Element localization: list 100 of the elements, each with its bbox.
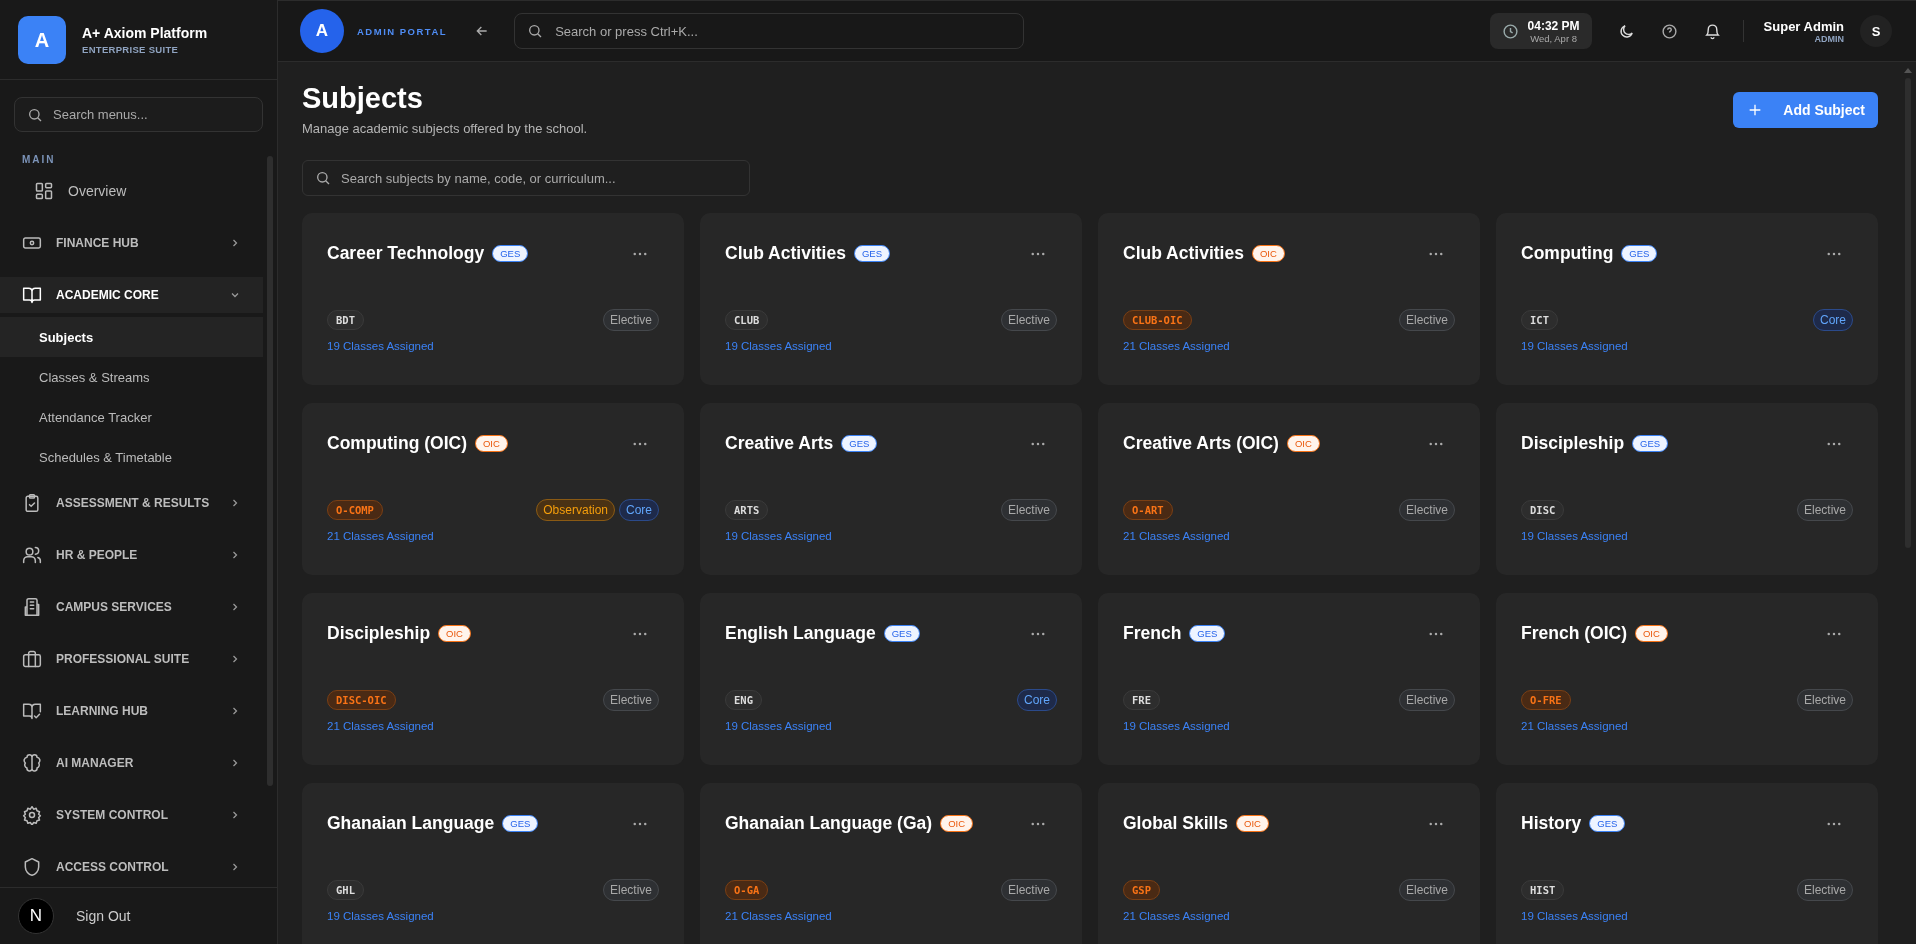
subject-card[interactable]: English Language GES ENG Core 19 Classes Assigned bbox=[700, 593, 1082, 765]
classes-assigned-link[interactable]: 21 Classes Assigned bbox=[725, 910, 832, 922]
classes-assigned-link[interactable]: 19 Classes Assigned bbox=[1521, 340, 1628, 352]
more-options-icon[interactable] bbox=[633, 631, 647, 636]
classes-assigned-link[interactable]: 21 Classes Assigned bbox=[1123, 340, 1230, 352]
nav-item[interactable]: ACADEMIC CORE bbox=[0, 277, 263, 313]
subject-name: Discipleship bbox=[327, 623, 431, 644]
subject-type-tag: Elective bbox=[1000, 309, 1057, 331]
subject-card[interactable]: History GES HIST Elective 19 Classes Assigned bbox=[1496, 783, 1878, 944]
book-check-icon bbox=[22, 701, 42, 721]
avatar: N bbox=[18, 898, 54, 934]
app-logo: A bbox=[18, 16, 66, 64]
nav-item[interactable]: LEARNING HUB bbox=[0, 685, 263, 737]
classes-assigned-link[interactable]: 19 Classes Assigned bbox=[725, 530, 832, 542]
nav-item[interactable]: CAMPUS SERVICES bbox=[0, 581, 263, 633]
more-options-icon[interactable] bbox=[1031, 441, 1045, 446]
subject-code: ICT bbox=[1521, 310, 1558, 330]
classes-assigned-link[interactable]: 19 Classes Assigned bbox=[725, 720, 832, 732]
more-options-icon[interactable] bbox=[1031, 251, 1045, 256]
classes-assigned-link[interactable]: 19 Classes Assigned bbox=[1123, 720, 1230, 732]
subject-card[interactable]: Global Skills OIC GSP Elective 21 Classes Assigned bbox=[1098, 783, 1480, 944]
date-text: Wed, Apr 8 bbox=[1530, 32, 1577, 44]
help-icon[interactable] bbox=[1660, 22, 1678, 40]
nav-item[interactable]: ASSESSMENT & RESULTS bbox=[0, 477, 263, 529]
more-options-icon[interactable] bbox=[1827, 251, 1841, 256]
more-options-icon[interactable] bbox=[633, 441, 647, 446]
more-options-icon[interactable] bbox=[1429, 631, 1443, 636]
nav-item[interactable]: HR & PEOPLE bbox=[0, 529, 263, 581]
subject-card[interactable]: Computing GES ICT Core 19 Classes Assigned bbox=[1496, 213, 1878, 385]
submenu-item[interactable]: Attendance Tracker bbox=[0, 397, 263, 437]
clipboard-icon bbox=[22, 493, 42, 513]
subject-card[interactable]: Discipleship GES DISC Elective 19 Classes Assigned bbox=[1496, 403, 1878, 575]
add-subject-button[interactable]: Add Subject bbox=[1733, 92, 1878, 128]
search-icon bbox=[315, 170, 331, 186]
classes-assigned-link[interactable]: 19 Classes Assigned bbox=[327, 910, 434, 922]
curriculum-badge: OIC bbox=[1286, 435, 1320, 452]
classes-assigned-link[interactable]: 21 Classes Assigned bbox=[327, 530, 434, 542]
subject-card[interactable]: Discipleship OIC DISC-OIC Elective 21 Classes Assigned bbox=[302, 593, 684, 765]
classes-assigned-link[interactable]: 19 Classes Assigned bbox=[327, 340, 434, 352]
global-search-field[interactable]: Search or press Ctrl+K... bbox=[514, 13, 1025, 49]
classes-assigned-link[interactable]: 19 Classes Assigned bbox=[1521, 910, 1628, 922]
classes-assigned-link[interactable]: 21 Classes Assigned bbox=[1521, 720, 1628, 732]
more-options-icon[interactable] bbox=[1031, 821, 1045, 826]
nav-item[interactable]: PROFESSIONAL SUITE bbox=[0, 633, 263, 685]
curriculum-badge: OIC bbox=[438, 625, 471, 642]
nav-item[interactable]: ACCESS CONTROL bbox=[0, 841, 263, 887]
moon-icon[interactable] bbox=[1617, 22, 1635, 40]
search-icon bbox=[527, 23, 544, 39]
classes-assigned-link[interactable]: 21 Classes Assigned bbox=[1123, 910, 1230, 922]
bell-icon[interactable] bbox=[1703, 22, 1721, 40]
subject-card[interactable]: Club Activities OIC CLUB-OIC Elective 21 Classes Assigned bbox=[1098, 213, 1480, 385]
subject-card[interactable]: French GES FRE Elective 19 Classes Assigned bbox=[1098, 593, 1480, 765]
more-options-icon[interactable] bbox=[1031, 631, 1045, 636]
brain-icon bbox=[22, 753, 42, 773]
subject-type-tag: Elective bbox=[602, 879, 659, 901]
more-options-icon[interactable] bbox=[1827, 821, 1841, 826]
subject-card[interactable]: Creative Arts GES ARTS Elective 19 Classes Assigned bbox=[700, 403, 1082, 575]
menu-search-field[interactable]: Search menus... bbox=[14, 97, 263, 132]
user-avatar[interactable]: S bbox=[1860, 15, 1892, 47]
subject-name: Career Technology bbox=[327, 243, 485, 264]
curriculum-badge: OIC bbox=[940, 815, 973, 832]
more-options-icon[interactable] bbox=[1827, 631, 1841, 636]
nav-item[interactable]: SYSTEM CONTROL bbox=[0, 789, 263, 841]
subject-card[interactable]: Career Technology GES BDT Elective 19 Classes Assigned bbox=[302, 213, 684, 385]
subject-name: Discipleship bbox=[1521, 433, 1625, 454]
subject-card[interactable]: Ghanaian Language (Ga) OIC O-GA Elective 21 Classes Assigned bbox=[700, 783, 1082, 944]
more-options-icon[interactable] bbox=[1429, 251, 1443, 256]
nav-item[interactable]: AI MANAGER bbox=[0, 737, 263, 789]
nav-item[interactable]: Overview bbox=[0, 171, 263, 211]
more-options-icon[interactable] bbox=[1429, 821, 1443, 826]
classes-assigned-link[interactable]: 21 Classes Assigned bbox=[1123, 530, 1230, 542]
curriculum-badge: OIC bbox=[1236, 815, 1269, 832]
subject-card[interactable]: Club Activities GES CLUB Elective 19 Classes Assigned bbox=[700, 213, 1082, 385]
curriculum-badge: GES bbox=[1589, 815, 1626, 832]
nav-item[interactable]: FINANCE HUB bbox=[0, 217, 263, 269]
submenu-item[interactable]: Classes & Streams bbox=[0, 357, 263, 397]
book-icon bbox=[22, 285, 42, 305]
subject-code: CLUB-OIC bbox=[1123, 310, 1192, 330]
classes-assigned-link[interactable]: 19 Classes Assigned bbox=[725, 340, 832, 352]
more-options-icon[interactable] bbox=[1429, 441, 1443, 446]
subject-name: History bbox=[1521, 813, 1582, 834]
submenu-item[interactable]: Schedules & Timetable bbox=[0, 437, 263, 477]
briefcase-icon bbox=[22, 649, 42, 669]
subject-card[interactable]: French (OIC) OIC O-FRE Elective 21 Classes Assigned bbox=[1496, 593, 1878, 765]
more-options-icon[interactable] bbox=[1827, 441, 1841, 446]
subject-card[interactable]: Computing (OIC) OIC O-COMP Observation Core 21 Classes Assigned bbox=[302, 403, 684, 575]
sign-out-link[interactable]: Sign Out bbox=[76, 908, 131, 924]
submenu-item[interactable]: Subjects bbox=[0, 317, 263, 357]
subject-card[interactable]: Ghanaian Language GES GHL Elective 19 Classes Assigned bbox=[302, 783, 684, 944]
more-options-icon[interactable] bbox=[633, 251, 647, 256]
curriculum-badge: GES bbox=[1632, 435, 1669, 452]
subject-search-field[interactable]: Search subjects by name, code, or curriculum... bbox=[302, 160, 750, 196]
subject-type-tag: Elective bbox=[1000, 879, 1057, 901]
subject-card[interactable]: Creative Arts (OIC) OIC O-ART Elective 21 Classes Assigned bbox=[1098, 403, 1480, 575]
curriculum-badge: GES bbox=[502, 815, 539, 832]
more-options-icon[interactable] bbox=[633, 821, 647, 826]
classes-assigned-link[interactable]: 19 Classes Assigned bbox=[1521, 530, 1628, 542]
subject-type-tag: Elective bbox=[1796, 499, 1853, 521]
section-label: MAIN bbox=[21, 153, 57, 167]
classes-assigned-link[interactable]: 21 Classes Assigned bbox=[327, 720, 434, 732]
